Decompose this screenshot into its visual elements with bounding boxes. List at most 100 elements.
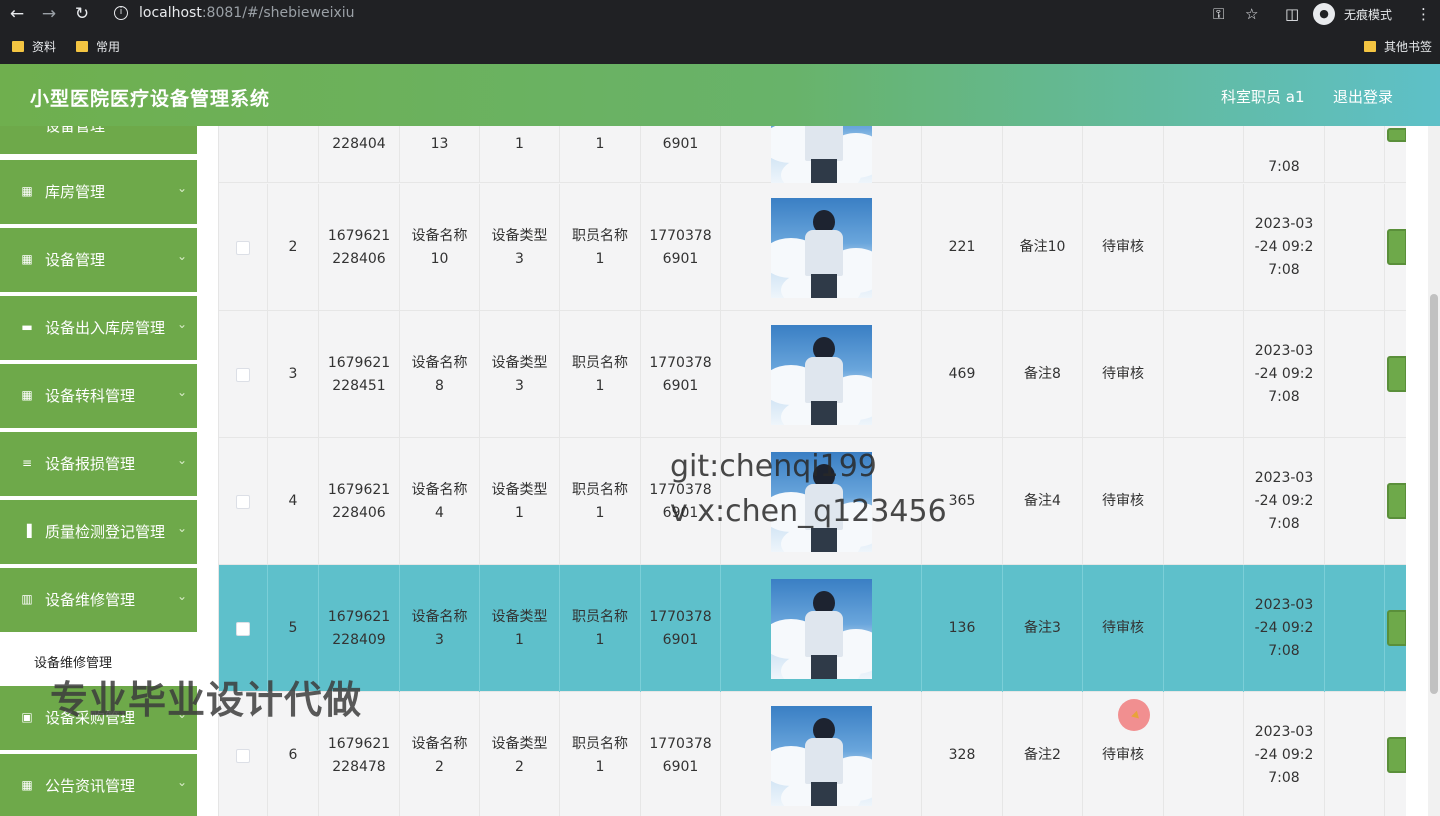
- cell-text: 职员名称 1: [572, 481, 628, 521]
- cell-idx: 3: [268, 311, 319, 438]
- cell-idx: [268, 126, 319, 183]
- cell-staff: 职员名称 1: [560, 565, 641, 692]
- empty-cell: [1325, 692, 1385, 816]
- cell-text: 7:08: [1268, 159, 1300, 175]
- address-bar[interactable]: i localhost:8081/#/shebieweixiu: [104, 2, 1274, 26]
- bookmark-folder[interactable]: 常用: [76, 38, 120, 55]
- folder-icon: [12, 41, 24, 52]
- key-icon[interactable]: ⚿: [1213, 5, 1224, 23]
- action-button[interactable]: [1387, 229, 1406, 265]
- cell-text: 设备名称 2: [411, 735, 468, 775]
- cell-note: 备注4: [1003, 438, 1083, 565]
- cell-text: 1679621 228409: [327, 608, 391, 648]
- cell-name: 设备名称 4: [400, 438, 480, 565]
- cell-text: 13: [430, 136, 449, 152]
- cell-text: 1: [595, 136, 605, 152]
- cell-text: 职员名称 1: [572, 354, 628, 394]
- figure-legs: [810, 273, 837, 298]
- cell-name: 设备名称 10: [400, 184, 480, 311]
- cell-idx: 4: [268, 438, 319, 565]
- cell-staff: 职员名称 1: [560, 311, 641, 438]
- scroll-thumb[interactable]: [1430, 294, 1438, 694]
- cell-text: 228404: [332, 136, 386, 152]
- bookmark-folder[interactable]: 资料: [12, 38, 56, 55]
- sidebar-item-label: 设备报损管理: [45, 455, 136, 473]
- cell-text: 备注4: [1024, 493, 1061, 509]
- device-photo[interactable]: [770, 126, 872, 183]
- device-photo[interactable]: [770, 578, 872, 679]
- empty-cell: [1164, 692, 1244, 816]
- action-button[interactable]: [1387, 610, 1406, 646]
- row-checkbox[interactable]: [236, 494, 250, 509]
- logout-link[interactable]: 退出登录: [1333, 86, 1393, 107]
- forward-icon[interactable]: →: [38, 4, 60, 24]
- cell-staff: 1: [560, 126, 641, 183]
- sidebar-item[interactable]: ▦ 设备转科管理 ⌄: [0, 364, 197, 428]
- device-photo[interactable]: [770, 705, 872, 806]
- chevron-down-icon: ⌄: [176, 589, 187, 603]
- menu-dots-icon[interactable]: ⋮: [1416, 5, 1431, 23]
- cell-name: 设备名称 3: [400, 565, 480, 692]
- cell-text: 1679621 228406: [327, 227, 391, 267]
- figure-legs: [810, 400, 837, 425]
- cell-text: 221: [948, 239, 976, 255]
- sidebar-item-label: 质量检测登记管理: [45, 523, 166, 541]
- url-text[interactable]: localhost:8081/#/shebieweixiu: [139, 5, 355, 21]
- cell-status: [1083, 126, 1164, 183]
- action-button[interactable]: [1387, 128, 1406, 142]
- cell-text: 6: [288, 747, 298, 763]
- sidebar-item[interactable]: ≡ 设备报损管理 ⌄: [0, 432, 197, 496]
- sidebar-item[interactable]: ▦ 库房管理 ⌄: [0, 160, 197, 224]
- cell-qty: 469: [922, 311, 1003, 438]
- figure-legs: [810, 654, 837, 679]
- row-checkbox[interactable]: [236, 367, 250, 382]
- cell-phone: 6901: [641, 126, 721, 183]
- other-bookmarks[interactable]: 其他书签: [1364, 38, 1432, 55]
- row-checkbox[interactable]: [236, 748, 250, 763]
- cell-text: 5: [288, 620, 298, 636]
- table-row[interactable]: 228404 13 1 1 6901 7:08: [219, 126, 1406, 183]
- book-icon: ▥: [21, 592, 33, 606]
- cell-text: 1770378 6901: [649, 354, 712, 394]
- table-row[interactable]: 5 1679621 228409 设备名称 3 设备类型 1 职员名称 1 1770378…: [219, 565, 1406, 692]
- empty-cell: [1164, 126, 1244, 183]
- action-button[interactable]: [1387, 737, 1406, 773]
- watermark-vx: v x:chen_q123456: [670, 494, 947, 529]
- row-checkbox[interactable]: [236, 621, 250, 636]
- reload-icon[interactable]: ↻: [71, 4, 93, 24]
- sidepanel-icon[interactable]: ◫: [1285, 5, 1299, 23]
- table-row[interactable]: 2 1679621 228406 设备名称 10 设备类型 3 职员名称 1 177037…: [219, 184, 1406, 311]
- cell-text: 备注2: [1024, 747, 1061, 763]
- device-photo[interactable]: [770, 197, 872, 298]
- sidebar-item-label: 设备管理: [45, 251, 106, 269]
- sidebar-item[interactable]: ▥ 设备维修管理 ⌄: [0, 568, 197, 632]
- info-icon[interactable]: i: [114, 6, 128, 20]
- sidebar-item[interactable]: ▬ 设备出入库房管理 ⌄: [0, 296, 197, 360]
- action-button[interactable]: [1387, 483, 1406, 519]
- sidebar-item-label: 公告资讯管理: [45, 777, 136, 795]
- sidebar-item-partial[interactable]: 设备管理: [0, 126, 197, 154]
- cell-text: 328: [948, 747, 976, 763]
- sidebar-item[interactable]: ▦ 公告资讯管理 ⌄: [0, 754, 197, 816]
- image-cell: [721, 184, 922, 311]
- sidebar-item-label: 设备维修管理: [45, 591, 136, 609]
- cell-text: 职员名称 1: [572, 735, 628, 775]
- grid-icon: ▦: [21, 184, 33, 198]
- app-header: 小型医院医疗设备管理系统 科室职员 a1 退出登录: [0, 64, 1440, 126]
- cell-text: 4: [288, 493, 298, 509]
- action-button[interactable]: [1387, 356, 1406, 392]
- device-photo[interactable]: [770, 324, 872, 425]
- table-row[interactable]: 6 1679621 228478 设备名称 2 设备类型 2 职员名称 1 1770378…: [219, 692, 1406, 816]
- page-scrollbar[interactable]: [1428, 126, 1440, 816]
- cell-status: 待审核: [1083, 565, 1164, 692]
- app-title: 小型医院医疗设备管理系统: [30, 88, 271, 110]
- select-cell: [219, 126, 268, 183]
- star-icon[interactable]: ☆: [1245, 5, 1258, 23]
- sidebar-item[interactable]: ▐ 质量检测登记管理 ⌄: [0, 500, 197, 564]
- cell-text: 职员名称 1: [572, 227, 628, 267]
- row-checkbox[interactable]: [236, 240, 250, 255]
- table-row[interactable]: 3 1679621 228451 设备名称 8 设备类型 3 职员名称 1 1770378…: [219, 311, 1406, 438]
- cell-note: 备注8: [1003, 311, 1083, 438]
- back-icon[interactable]: ←: [6, 4, 28, 24]
- sidebar-item[interactable]: ▦ 设备管理 ⌄: [0, 228, 197, 292]
